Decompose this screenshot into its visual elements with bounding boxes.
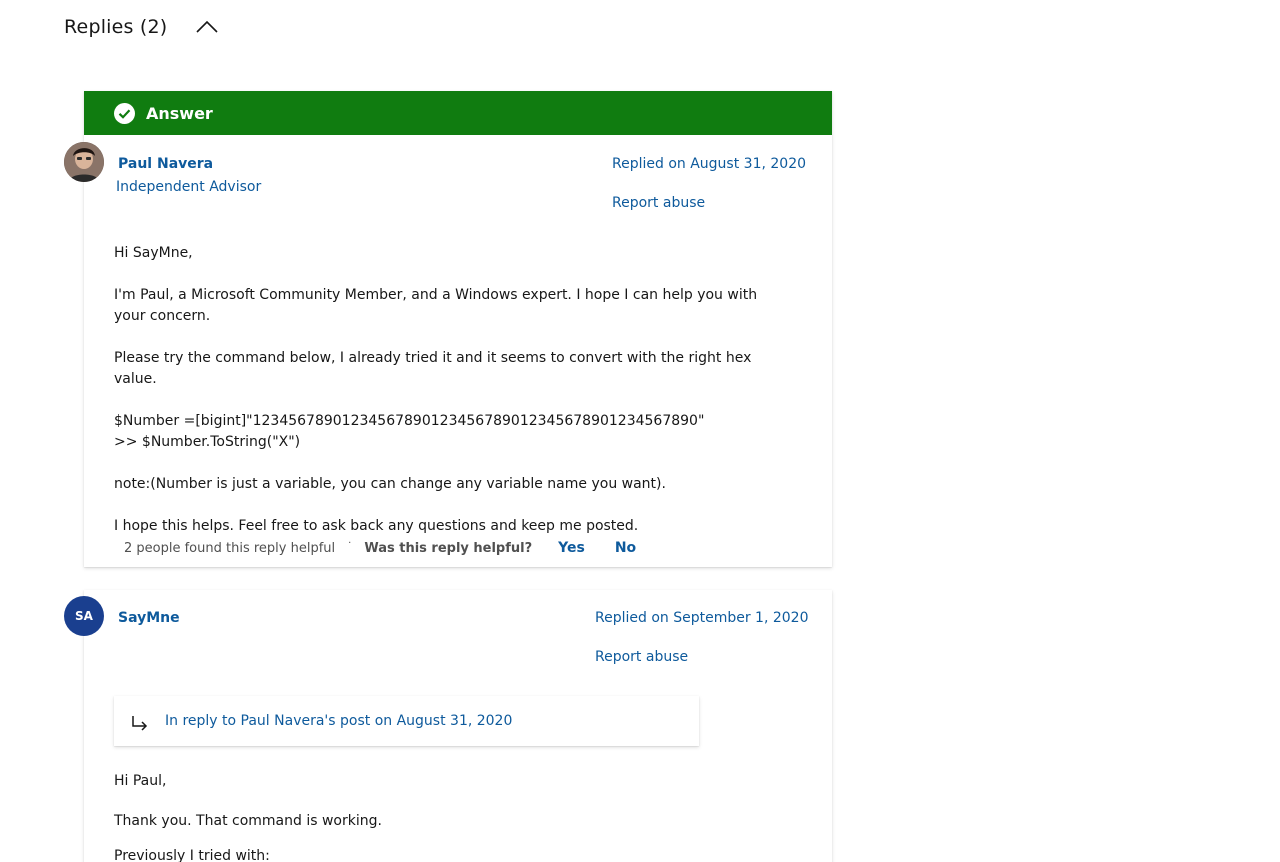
reply-body: Hi Paul, Thank you. That command is work…	[114, 771, 794, 862]
answer-label: Answer	[146, 103, 213, 123]
paragraph: I hope this helps. Feel free to ask back…	[114, 518, 639, 534]
helpful-count: 2 people found this reply helpful	[124, 540, 336, 556]
replies-title: Replies (2)	[64, 16, 168, 38]
report-abuse-link[interactable]: Report abuse	[595, 649, 688, 665]
paragraph: Thank you. That command is working.	[114, 813, 382, 829]
in-reply-to-link[interactable]: In reply to Paul Navera's post on August…	[165, 713, 512, 729]
paragraph: Hi Paul,	[114, 773, 167, 789]
no-button[interactable]: No	[615, 540, 636, 556]
reply-body: Hi SayMne, I'm Paul, a Microsoft Communi…	[114, 243, 794, 558]
code-block: $Number =[bigint]"1234567890123456789012…	[114, 411, 794, 453]
paragraph: note:(Number is just a variable, you can…	[114, 476, 666, 492]
code-line: $Number =[bigint]"1234567890123456789012…	[114, 413, 705, 429]
helpful-question: Was this reply helpful?	[364, 540, 533, 556]
helpful-bar: 2 people found this reply helpful · Was …	[124, 537, 636, 557]
author-name[interactable]: Paul Navera	[118, 156, 213, 172]
reply-arrow-icon	[130, 714, 150, 734]
in-reply-to-box[interactable]: In reply to Paul Navera's post on August…	[114, 696, 699, 746]
author-name[interactable]: SayMne	[118, 610, 180, 626]
replied-on-date[interactable]: Replied on August 31, 2020	[612, 156, 806, 172]
author-role: Independent Advisor	[116, 179, 262, 195]
replied-on-date[interactable]: Replied on September 1, 2020	[595, 610, 809, 626]
check-circle-icon	[114, 102, 135, 124]
paragraph: Hi SayMne,	[114, 245, 193, 261]
paragraph: I'm Paul, a Microsoft Community Member, …	[114, 287, 758, 324]
replies-header: Replies (2)	[64, 16, 219, 38]
code-line: >> $Number.ToString("X")	[114, 434, 301, 450]
avatar[interactable]: SA	[64, 596, 104, 636]
yes-button[interactable]: Yes	[558, 540, 585, 556]
report-abuse-link[interactable]: Report abuse	[612, 195, 705, 211]
answer-banner: Answer	[84, 91, 832, 135]
avatar[interactable]	[64, 142, 104, 182]
chevron-up-icon[interactable]	[195, 18, 219, 36]
separator-dot: ·	[348, 537, 352, 549]
paragraph: Please try the command below, I already …	[114, 350, 752, 387]
paragraph: Previously I tried with:	[114, 848, 270, 862]
